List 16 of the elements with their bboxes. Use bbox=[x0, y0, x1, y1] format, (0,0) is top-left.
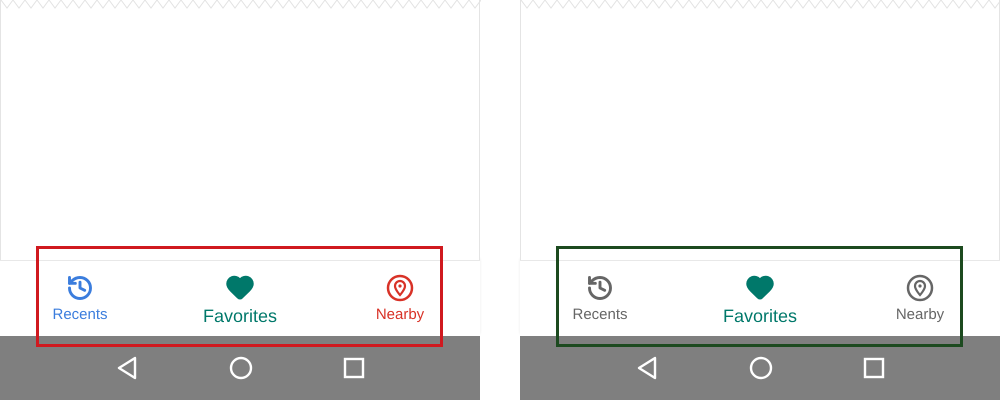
overview-icon[interactable] bbox=[343, 357, 365, 379]
location-pin-icon bbox=[386, 274, 414, 302]
navigation-tab[interactable]: Recents bbox=[0, 266, 160, 330]
navigation-tab[interactable]: Favorites bbox=[160, 266, 320, 330]
navigation-tab[interactable]: Nearby bbox=[320, 266, 480, 330]
back-icon[interactable] bbox=[635, 356, 659, 380]
location-pin-icon bbox=[906, 274, 934, 302]
history-icon bbox=[586, 274, 614, 302]
history-icon bbox=[66, 274, 94, 302]
navigation-tab[interactable]: Nearby bbox=[840, 266, 1000, 330]
back-icon[interactable] bbox=[115, 356, 139, 380]
overview-icon[interactable] bbox=[863, 357, 885, 379]
home-icon[interactable] bbox=[229, 356, 253, 380]
navigation-tab[interactable]: Favorites bbox=[680, 266, 840, 330]
home-icon[interactable] bbox=[749, 356, 773, 380]
navigation-tab[interactable]: Recents bbox=[520, 266, 680, 330]
